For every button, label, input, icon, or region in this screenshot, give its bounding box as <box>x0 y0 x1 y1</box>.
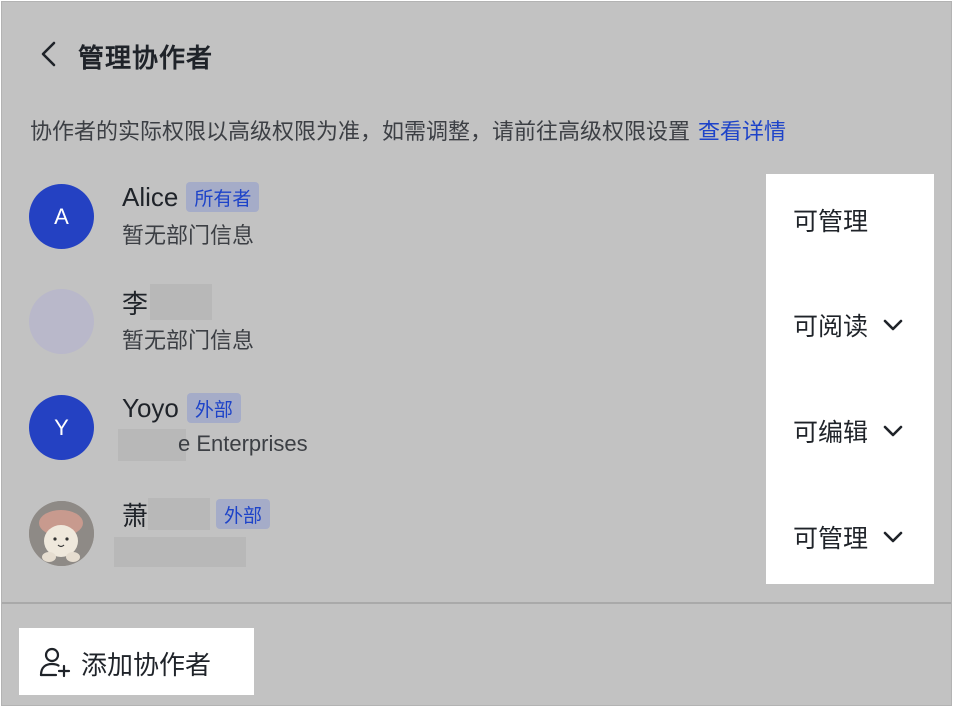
add-collaborator-label: 添加协作者 <box>81 651 212 681</box>
organization-text: e Enterprises <box>178 431 308 456</box>
permission-text: 可管理 <box>793 207 869 236</box>
member-name: 李 <box>122 288 149 319</box>
permission-dropdown[interactable]: 可管理 <box>793 519 904 555</box>
chevron-down-icon <box>883 425 903 437</box>
member-name: Alice <box>122 181 179 212</box>
avatar: Y <box>29 395 94 460</box>
permission-column: 可管理 可阅读 可编辑 可管理 <box>766 174 934 584</box>
footer-divider <box>2 602 951 604</box>
chevron-down-icon <box>883 319 903 331</box>
external-badge: 外部 <box>216 499 271 529</box>
chevron-down-icon <box>883 531 903 543</box>
page-title: 管理协作者 <box>78 44 214 74</box>
redacted-org <box>118 429 186 461</box>
member-name: 萧 <box>122 500 149 531</box>
external-badge: 外部 <box>186 393 241 423</box>
permission-notice: 协作者的实际权限以高级权限为准，如需调整，请前往高级权限设置 查看详情 <box>30 114 786 146</box>
avatar: A <box>29 184 94 249</box>
member-name: Yoyo <box>122 392 179 423</box>
view-details-link[interactable]: 查看详情 <box>698 120 786 145</box>
member-department: 暂无部门信息 <box>122 329 255 354</box>
plush-toy-image <box>29 501 94 566</box>
avatar-photo <box>29 501 94 566</box>
member-row: Y Yoyo 外部 e Enterprises <box>2 392 762 485</box>
permission-text: 可管理 <box>793 524 869 553</box>
collaborator-panel: 管理协作者 协作者的实际权限以高级权限为准，如需调整，请前往高级权限设置 查看详情… <box>1 1 952 706</box>
member-row: 李 暂无部门信息 <box>2 284 762 379</box>
add-collaborator-button[interactable]: 添加协作者 <box>19 628 254 695</box>
permission-label: 可管理 <box>793 202 868 238</box>
owner-badge: 所有者 <box>186 182 260 212</box>
member-row: 萧 外部 <box>2 498 762 591</box>
notice-text: 协作者的实际权限以高级权限为准，如需调整，请前往高级权限设置 <box>30 120 691 145</box>
member-department: 暂无部门信息 <box>122 224 255 249</box>
redacted-name <box>150 284 213 320</box>
permission-text: 可阅读 <box>793 312 869 341</box>
permission-text: 可编辑 <box>793 418 869 447</box>
panel-header: 管理协作者 <box>2 26 951 82</box>
member-organization: e Enterprises <box>118 429 308 461</box>
redacted-name <box>148 498 211 530</box>
permission-dropdown[interactable]: 可编辑 <box>793 413 904 449</box>
permission-dropdown[interactable]: 可阅读 <box>793 307 904 343</box>
redacted-department <box>114 537 246 567</box>
member-row: A Alice 所有者 暂无部门信息 <box>2 181 762 274</box>
member-department <box>114 537 246 567</box>
avatar <box>29 289 94 354</box>
add-user-icon <box>39 647 71 678</box>
chevron-left-icon[interactable] <box>38 40 60 68</box>
